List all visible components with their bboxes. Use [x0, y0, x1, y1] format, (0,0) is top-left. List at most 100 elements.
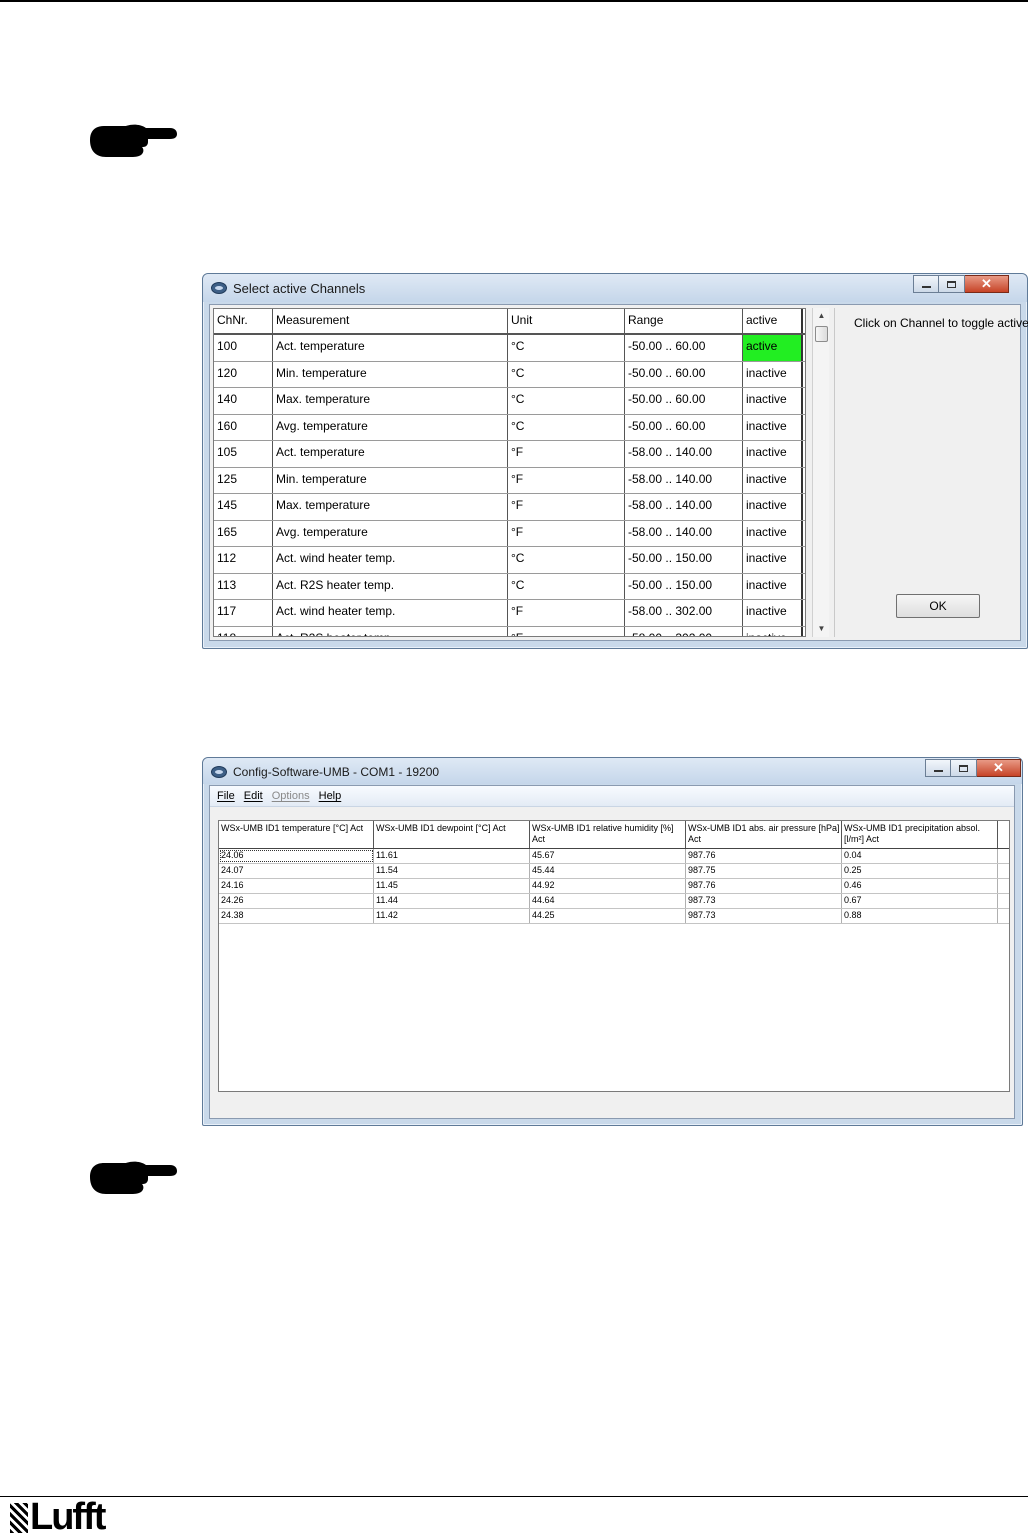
channel-row[interactable]: 118Act. R2S heater temp.°F-58.00 .. 302.…: [214, 626, 805, 636]
channel-row[interactable]: 112 Act. wind heater temp. °C -50.00 .. 150…: [214, 547, 805, 574]
cell-chnr: 118: [214, 626, 273, 636]
cell-chnr: 160: [214, 414, 273, 440]
data-row[interactable]: 24.16 11.45 44.92 987.76 0.46: [219, 879, 1009, 894]
channel-row[interactable]: 105 Act. temperature °F -58.00 .. 140.00 ina…: [214, 441, 805, 468]
channel-row[interactable]: 140 Max. temperature °C -50.00 .. 60.00 inac…: [214, 388, 805, 415]
data-row[interactable]: 24.07 11.54 45.44 987.75 0.25: [219, 864, 1009, 879]
cell-range: -50.00 .. 60.00: [625, 414, 743, 440]
header-range[interactable]: Range: [625, 309, 743, 333]
header-unit[interactable]: Unit: [508, 309, 625, 333]
cell-precipitation: 0.46: [842, 879, 998, 893]
cell-measurement: Max. temperature: [273, 388, 508, 414]
lufft-logo: Lufft: [10, 1496, 106, 1538]
header-measurement[interactable]: Measurement: [273, 309, 508, 333]
channel-row[interactable]: 117 Act. wind heater temp. °F -58.00 .. 302…: [214, 600, 805, 627]
cell-active[interactable]: inactive: [743, 388, 803, 414]
cell-active[interactable]: inactive: [743, 626, 803, 636]
cell-active[interactable]: inactive: [743, 414, 803, 440]
data-row[interactable]: 24.06 11.61 45.67 987.76 0.04: [219, 849, 1009, 864]
menu-edit[interactable]: Edit: [244, 790, 263, 802]
vertical-scrollbar[interactable]: ▲ ▼: [812, 308, 829, 637]
title-bar[interactable]: Select active Channels ✕: [203, 274, 1027, 302]
header-precipitation[interactable]: WSx-UMB ID1 precipitation absol. [l/m²] …: [842, 821, 998, 848]
cell-humidity: 44.92: [530, 879, 686, 893]
cell-humidity: 45.67: [530, 849, 686, 863]
cell-active[interactable]: inactive: [743, 600, 803, 626]
cell-active[interactable]: inactive: [743, 573, 803, 599]
logo-text: Lufft: [30, 1496, 106, 1538]
cell-humidity: 45.44: [530, 864, 686, 878]
scroll-thumb[interactable]: [815, 326, 828, 342]
scroll-up-icon[interactable]: ▲: [813, 308, 830, 324]
footer-rule: [0, 1496, 1028, 1497]
cell-unit: °F: [508, 600, 625, 626]
channel-row[interactable]: 113 Act. R2S heater temp. °C -50.00 .. 150.…: [214, 573, 805, 600]
cell-chnr: 113: [214, 573, 273, 599]
data-grid-header: WSx-UMB ID1 temperature [°C] Act WSx-UMB…: [219, 821, 1009, 849]
menu-help[interactable]: Help: [319, 790, 342, 802]
channel-row[interactable]: 120 Min. temperature °C -50.00 .. 60.00 inac…: [214, 361, 805, 388]
ok-button[interactable]: OK: [896, 594, 980, 618]
data-row[interactable]: 24.26 11.44 44.64 987.73 0.67: [219, 894, 1009, 909]
header-air-pressure[interactable]: WSx-UMB ID1 abs. air pressure [hPa] Act: [686, 821, 842, 848]
channel-grid[interactable]: ChNr. Measurement Unit Range active 100 A…: [213, 308, 806, 637]
scroll-down-icon[interactable]: ▼: [813, 621, 830, 637]
channel-row[interactable]: 165 Avg. temperature °F -58.00 .. 140.00 ina…: [214, 520, 805, 547]
header-humidity[interactable]: WSx-UMB ID1 relative humidity [%] Act: [530, 821, 686, 848]
cell-measurement: Max. temperature: [273, 494, 508, 520]
grid-header: ChNr. Measurement Unit Range active: [214, 309, 805, 335]
cell-active[interactable]: inactive: [743, 494, 803, 520]
cell-range: -50.00 .. 60.00: [625, 388, 743, 414]
menu-file[interactable]: File: [217, 790, 235, 802]
cell-range: -58.00 .. 140.00: [625, 494, 743, 520]
main-client: File Edit Options Help WSx-UMB ID1 tempe…: [209, 785, 1015, 1119]
cell-air-pressure: 987.76: [686, 849, 842, 863]
select-channels-window: Select active Channels ✕ ChNr. Measureme…: [202, 273, 1028, 649]
channel-row[interactable]: 160 Avg. temperature °C -50.00 .. 60.00 inac…: [214, 414, 805, 441]
channel-row[interactable]: 145 Max. temperature °F -58.00 .. 140.00 ina…: [214, 494, 805, 521]
cell-active[interactable]: inactive: [743, 520, 803, 546]
cell-air-pressure: 987.73: [686, 909, 842, 923]
cell-active[interactable]: active: [743, 335, 803, 361]
minimize-icon: [921, 286, 931, 288]
cell-precipitation: 0.67: [842, 894, 998, 908]
cell-chnr: 145: [214, 494, 273, 520]
cell-range: -58.00 .. 140.00: [625, 520, 743, 546]
config-software-window: Config-Software-UMB - COM1 - 19200 ✕ Fil…: [202, 757, 1023, 1126]
channel-row[interactable]: 100 Act. temperature °C -50.00 .. 60.00 acti…: [214, 335, 805, 362]
header-active[interactable]: active: [743, 309, 803, 333]
cell-measurement: Act. R2S heater temp.: [273, 573, 508, 599]
data-grid[interactable]: WSx-UMB ID1 temperature [°C] Act WSx-UMB…: [218, 820, 1010, 1092]
header-temperature[interactable]: WSx-UMB ID1 temperature [°C] Act: [219, 821, 374, 848]
cell-dewpoint: 11.42: [374, 909, 530, 923]
close-button[interactable]: ✕: [977, 759, 1021, 777]
cell-active[interactable]: inactive: [743, 467, 803, 493]
maximize-button[interactable]: [951, 759, 977, 777]
close-button[interactable]: ✕: [965, 275, 1009, 293]
minimize-button[interactable]: [913, 275, 939, 293]
data-row[interactable]: 24.38 11.42 44.25 987.73 0.88: [219, 909, 1009, 924]
minimize-button[interactable]: [925, 759, 951, 777]
top-rule: [0, 0, 1028, 2]
header-dewpoint[interactable]: WSx-UMB ID1 dewpoint [°C] Act: [374, 821, 530, 848]
cell-chnr: 140: [214, 388, 273, 414]
window-title: Config-Software-UMB - COM1 - 19200: [233, 765, 440, 779]
cell-measurement: Act. R2S heater temp.: [273, 626, 508, 636]
close-icon: ✕: [993, 760, 1004, 775]
cell-measurement: Act. temperature: [273, 441, 508, 467]
close-icon: ✕: [981, 276, 992, 291]
cell-active[interactable]: inactive: [743, 547, 803, 573]
channel-row[interactable]: 125 Min. temperature °F -58.00 .. 140.00 ina…: [214, 467, 805, 494]
cell-active[interactable]: inactive: [743, 441, 803, 467]
header-chnr[interactable]: ChNr.: [214, 309, 273, 333]
cell-chnr: 120: [214, 361, 273, 387]
cell-unit: °C: [508, 388, 625, 414]
maximize-button[interactable]: [939, 275, 965, 293]
cell-unit: °F: [508, 441, 625, 467]
cell-measurement: Act. wind heater temp.: [273, 600, 508, 626]
cell-air-pressure: 987.73: [686, 894, 842, 908]
title-bar[interactable]: Config-Software-UMB - COM1 - 19200 ✕: [203, 758, 1022, 784]
logo-mark: [10, 1503, 28, 1533]
menu-options[interactable]: Options: [272, 790, 310, 802]
cell-active[interactable]: inactive: [743, 361, 803, 387]
